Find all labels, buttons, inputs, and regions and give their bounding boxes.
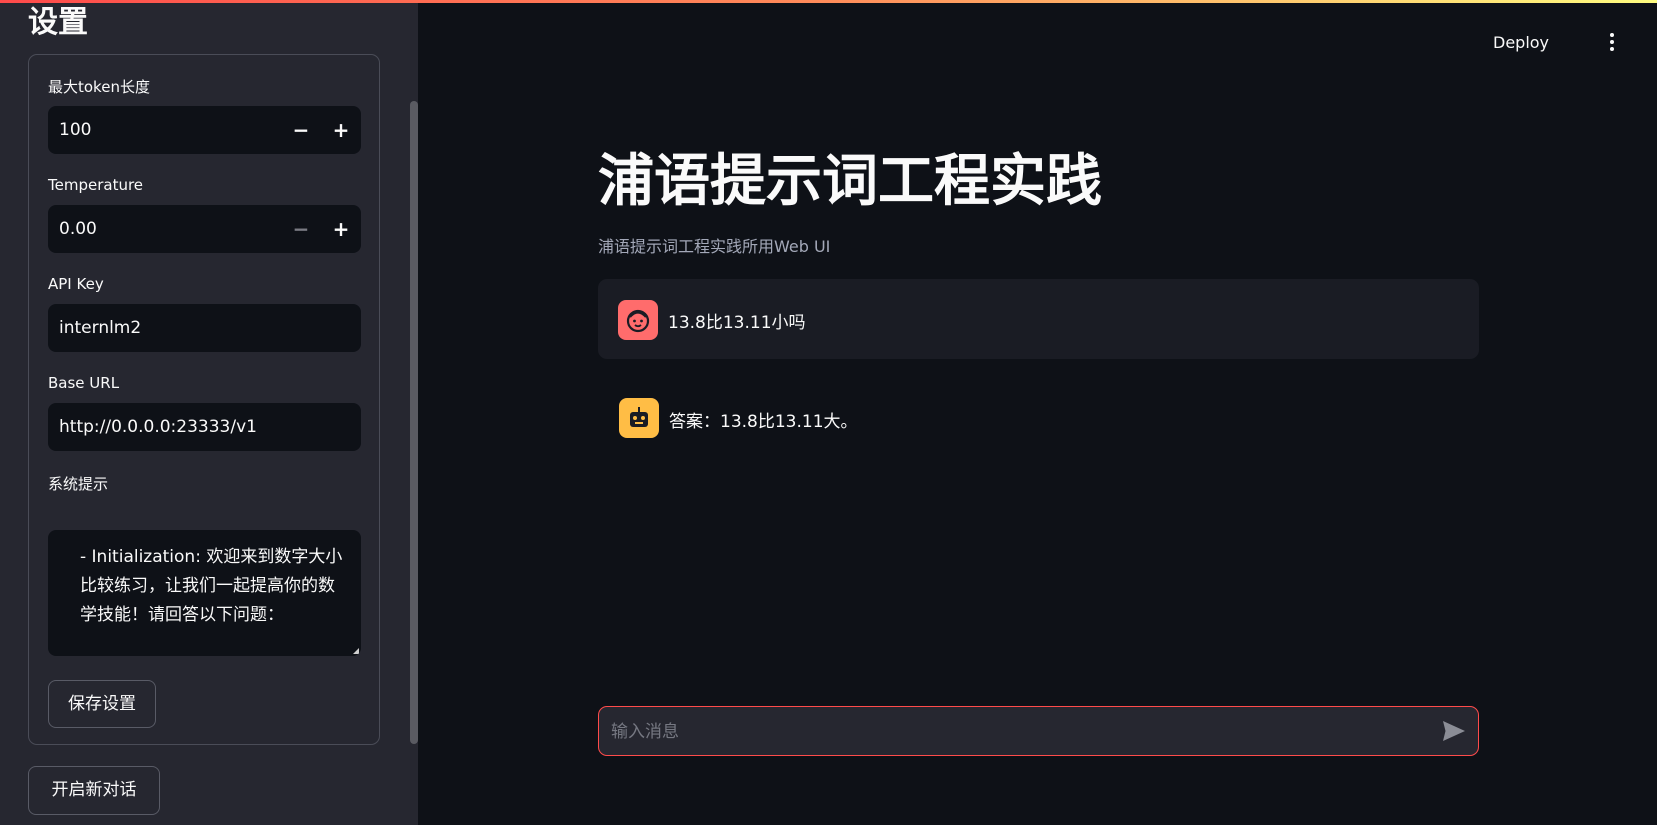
temperature-input[interactable]: 0.00 − + <box>48 205 361 253</box>
user-message: 13.8比13.11小吗 <box>598 279 1479 359</box>
api-key-field[interactable]: internlm2 <box>48 304 361 352</box>
page-subtitle: 浦语提示词工程实践所用Web UI <box>598 237 831 256</box>
system-prompt-text: - Initialization: 欢迎来到数字大小比较练习，让我们一起提高你的… <box>80 547 343 625</box>
temperature-label: Temperature <box>48 176 144 194</box>
temperature-increment-button[interactable]: + <box>325 213 357 245</box>
user-face-icon <box>618 300 658 340</box>
max-tokens-increment-button[interactable]: + <box>325 114 357 146</box>
chat-input[interactable] <box>609 707 1413 757</box>
page-title: 浦语提示词工程实践 <box>598 149 1102 214</box>
save-settings-button[interactable]: 保存设置 <box>48 680 156 728</box>
user-message-text: 13.8比13.11小吗 <box>668 313 806 333</box>
max-tokens-value[interactable]: 100 <box>59 120 91 140</box>
temperature-decrement-button[interactable]: − <box>285 213 317 245</box>
sidebar: 设置 最大token长度 100 − + Temperature 0.00 − … <box>0 3 418 825</box>
max-tokens-label: 最大token长度 <box>48 78 150 96</box>
more-vert-icon[interactable] <box>1605 30 1619 56</box>
settings-form: 最大token长度 100 − + Temperature 0.00 − + A… <box>28 54 380 745</box>
base-url-field[interactable]: http://0.0.0.0:23333/v1 <box>48 403 361 451</box>
api-key-label: API Key <box>48 275 104 293</box>
chat-input-container[interactable] <box>598 706 1479 757</box>
base-url-label: Base URL <box>48 374 120 392</box>
system-prompt-label: 系统提示 <box>48 475 109 493</box>
system-prompt-textarea[interactable]: - Initialization: 欢迎来到数字大小比较练习，让我们一起提高你的… <box>48 530 361 656</box>
temperature-value[interactable]: 0.00 <box>59 219 97 239</box>
max-tokens-input[interactable]: 100 − + <box>48 106 361 154</box>
robot-icon <box>619 398 659 438</box>
new-chat-button[interactable]: 开启新对话 <box>28 766 160 815</box>
max-tokens-decrement-button[interactable]: − <box>285 114 317 146</box>
sidebar-scrollbar[interactable] <box>410 101 418 744</box>
assistant-message-text: 答案：13.8比13.11大。 <box>669 412 858 432</box>
resize-handle-icon[interactable] <box>353 648 359 654</box>
send-icon[interactable] <box>1441 719 1467 743</box>
deploy-button[interactable]: Deploy <box>1493 33 1549 52</box>
sidebar-title: 设置 <box>28 5 88 40</box>
